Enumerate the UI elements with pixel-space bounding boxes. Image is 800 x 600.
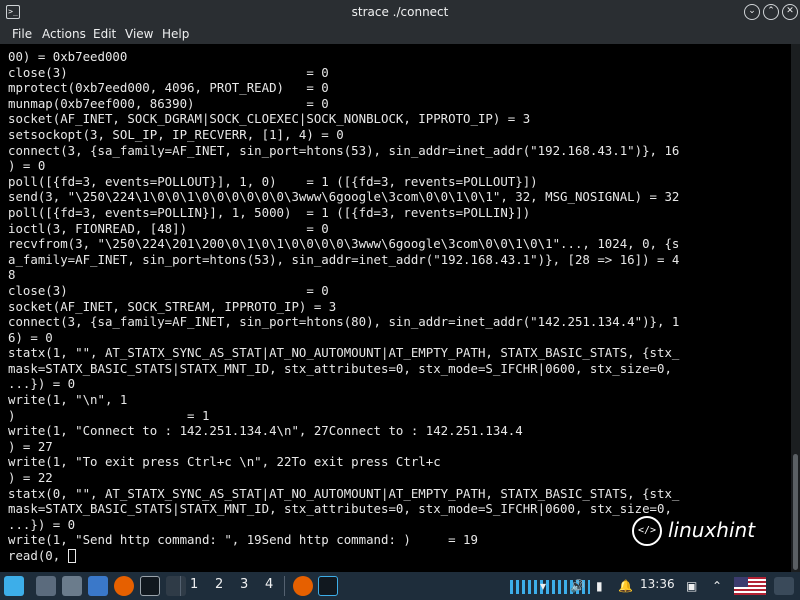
app-launcher-icon[interactable] (4, 576, 24, 596)
firefox-icon[interactable] (114, 576, 134, 596)
chevron-up-icon[interactable]: ⌃ (712, 578, 722, 594)
us-flag-icon[interactable] (734, 577, 766, 595)
user-avatar-icon[interactable] (774, 577, 794, 595)
terminal-line: close(3) = 0 (8, 282, 329, 298)
terminal-line: recvfrom(3, "\250\224\201\200\0\1\0\1\0\… (8, 236, 680, 252)
terminal-output[interactable]: 00) = 0xb7eed000 close(3) = 0 mprotect(0… (0, 44, 791, 572)
terminal-line: connect(3, {sa_family=AF_INET, sin_port=… (8, 314, 680, 330)
terminal-line: poll([{fd=3, events=POLLIN}], 1, 5000) =… (8, 204, 531, 220)
terminal-line: ...}) = 0 (8, 516, 76, 532)
terminal-line: write(1, "Send http command: ", 19Send h… (8, 532, 478, 548)
notification-icon[interactable]: 🔔 (618, 578, 633, 594)
watermark: </> linuxhint (628, 514, 778, 550)
taskbar-separator (180, 576, 181, 596)
text-editor-icon[interactable] (88, 576, 108, 596)
terminal-line: 6) = 0 (8, 329, 53, 345)
terminal-line: statx(1, "", AT_STATX_SYNC_AS_STAT|AT_NO… (8, 345, 680, 361)
workspace-4[interactable]: 4 (265, 577, 273, 592)
menu-actions[interactable]: Actions (42, 27, 86, 41)
terminal-line: munmap(0xb7eef000, 86390) = 0 (8, 95, 329, 111)
terminal-line: write(1, "Connect to : 142.251.134.4\n",… (8, 423, 523, 439)
terminal-cursor (67, 549, 76, 563)
close-button[interactable]: ✕ (782, 4, 798, 20)
minimize-button[interactable]: ⌄ (744, 4, 760, 20)
firefox-window-icon[interactable] (293, 576, 313, 596)
terminal-line: 00) = 0xb7eed000 (8, 49, 128, 64)
terminal-line: mask=STATX_BASIC_STATS|STATX_MNT_ID, stx… (8, 360, 672, 376)
title-bar: >_ strace ./connect ⌄ ⌃ ✕ (0, 0, 800, 24)
menu-file[interactable]: File (12, 27, 32, 41)
terminal-line: poll([{fd=3, events=POLLOUT}], 1, 0) = 1… (8, 173, 538, 189)
terminal-line: ) = 22 (8, 470, 53, 486)
taskbar: 1 2 3 4 ▾ 🔊 ▮ 🔔 13:36 ▣ ⌃ (0, 572, 800, 600)
network-icon[interactable]: ▾ (540, 578, 546, 594)
watermark-text: linuxhint (668, 518, 756, 542)
terminal-line: ) = 27 (8, 438, 53, 454)
terminal-line: ...}) = 0 (8, 376, 76, 392)
terminal-line: close(3) = 0 (8, 64, 329, 80)
terminal-line: write(1, "To exit press Ctrl+c \n", 22To… (8, 454, 441, 470)
terminal-window-icon[interactable] (318, 576, 338, 596)
terminal-line: read(0, (8, 548, 68, 563)
clock[interactable]: 13:36 (640, 577, 675, 591)
menu-bar: File Actions Edit View Help (0, 24, 800, 44)
menu-help[interactable]: Help (162, 27, 189, 41)
terminal-line: send(3, "\250\224\1\0\0\1\0\0\0\0\0\0\3w… (8, 189, 680, 205)
settings-icon[interactable] (166, 576, 186, 596)
terminal-line: mask=STATX_BASIC_STATS|STATX_MNT_ID, stx… (8, 501, 672, 517)
workspace-3[interactable]: 3 (240, 577, 248, 592)
taskbar-separator (284, 576, 285, 596)
terminal-line: socket(AF_INET, SOCK_STREAM, IPPROTO_IP)… (8, 298, 337, 314)
terminal-line: mprotect(0xb7eed000, 4096, PROT_READ) = … (8, 80, 329, 96)
file-manager-icon[interactable] (62, 576, 82, 596)
linuxhint-logo-icon: </> (632, 516, 662, 546)
terminal-launcher-icon[interactable] (140, 576, 160, 596)
volume-icon[interactable]: 🔊 (570, 578, 585, 594)
window-title: strace ./connect (351, 5, 449, 19)
terminal-line: a_family=AF_INET, sin_port=htons(53), si… (8, 251, 680, 267)
terminal-line: statx(0, "", AT_STATX_SYNC_AS_STAT|AT_NO… (8, 485, 680, 501)
menu-edit[interactable]: Edit (93, 27, 116, 41)
terminal-line: ioctl(3, FIONREAD, [48]) = 0 (8, 220, 329, 236)
workspace-2[interactable]: 2 (215, 577, 223, 592)
terminal-line: ) = 0 (8, 158, 46, 174)
terminal-line: ) = 1 (8, 407, 210, 423)
menu-view[interactable]: View (125, 27, 153, 41)
workspace-1[interactable]: 1 (190, 577, 198, 592)
scrollbar-thumb[interactable] (793, 454, 798, 570)
terminal-scrollbar[interactable] (791, 44, 800, 572)
terminal-line: socket(AF_INET, SOCK_DGRAM|SOCK_CLOEXEC|… (8, 111, 531, 127)
terminal-line: connect(3, {sa_family=AF_INET, sin_port=… (8, 142, 680, 158)
maximize-button[interactable]: ⌃ (763, 4, 779, 20)
battery-icon[interactable]: ▮ (596, 578, 603, 594)
show-desktop-icon[interactable] (36, 576, 56, 596)
terminal-text: 00) = 0xb7eed000 close(3) = 0 mprotect(0… (8, 49, 679, 564)
screen-icon[interactable]: ▣ (686, 578, 697, 594)
terminal-line: 8 (8, 267, 16, 283)
terminal-line: write(1, "\n", 1 (8, 392, 128, 408)
terminal-line: setsockopt(3, SOL_IP, IP_RECVERR, [1], 4… (8, 126, 344, 142)
